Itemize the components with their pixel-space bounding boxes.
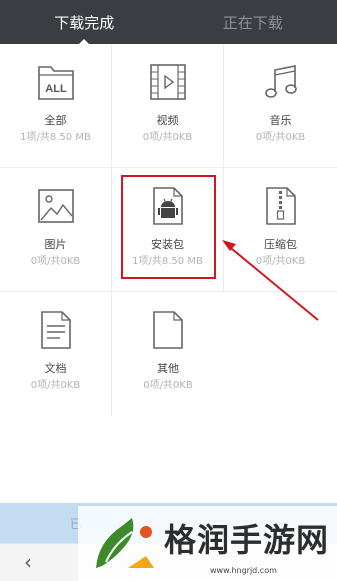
watermark-url: www.hngrjd.com xyxy=(210,566,277,575)
back-arrow-icon[interactable]: ‹ xyxy=(24,551,32,573)
watermark-title: 格润手游网 xyxy=(164,521,330,559)
watermark-logo-icon xyxy=(96,518,154,568)
annotation-arrow xyxy=(222,240,319,321)
site-watermark: 格润手游网 www.hngrjd.com xyxy=(78,506,337,581)
